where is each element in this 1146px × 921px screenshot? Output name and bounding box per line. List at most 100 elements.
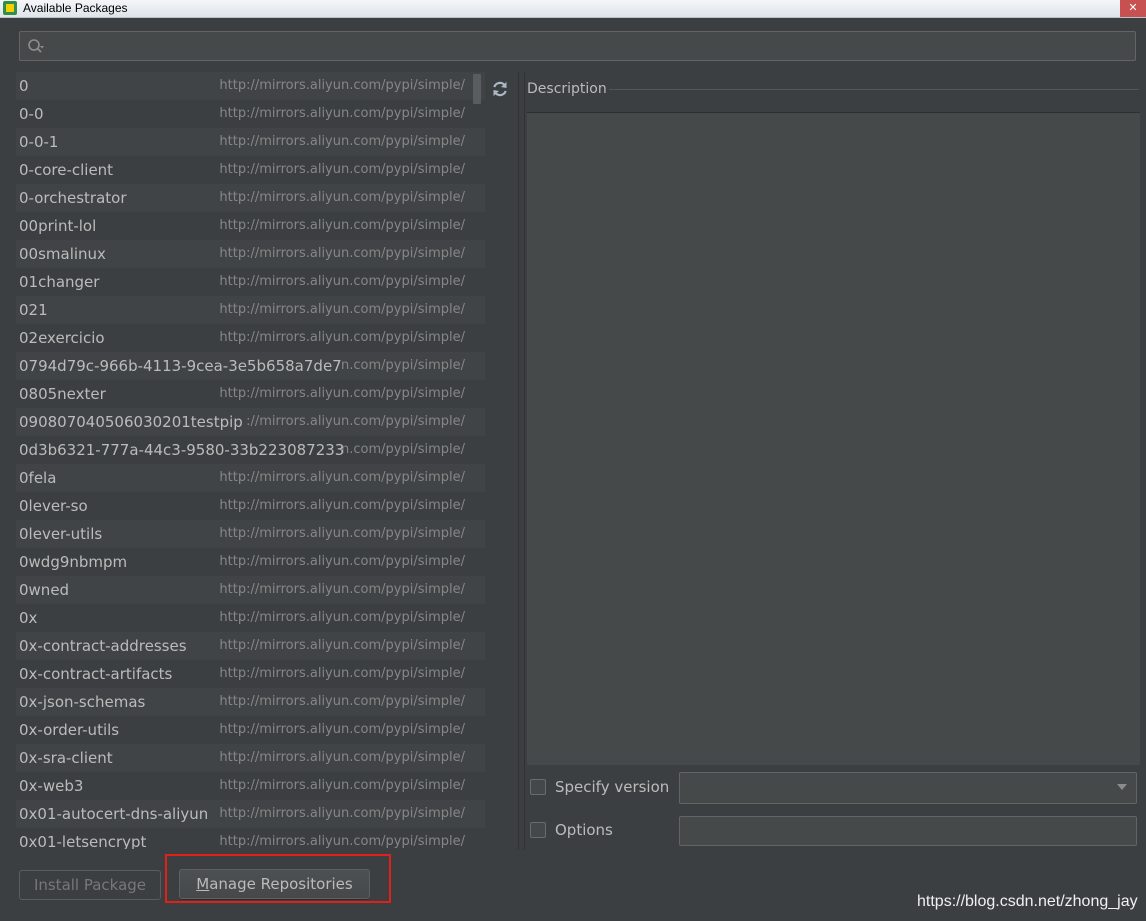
package-repo-url: http://mirrors.aliyun.com/pypi/simple/ [219,162,465,177]
search-icon[interactable] [27,38,45,56]
package-repo-url: http://mirrors.aliyun.com/pypi/simple/ [219,834,465,849]
package-repo-url: http://mirrors.aliyun.com/pypi/simple/ [219,498,465,513]
mnemonic-letter: M [196,875,210,893]
package-row[interactable]: http://mirrors.aliyun.com/pypi/simple/0-… [16,128,485,156]
package-repo-url: http://mirrors.aliyun.com/pypi/simple/ [219,610,465,625]
options-checkbox[interactable] [530,822,546,838]
package-name: 0x-json-schemas [19,693,146,711]
package-name: 0x-web3 [19,777,84,795]
package-repo-url: http://mirrors.aliyun.com/pypi/simple/ [219,302,465,317]
chevron-down-icon[interactable] [1117,784,1127,790]
package-repo-url: http://mirrors.aliyun.com/pypi/simple/ [219,722,465,737]
package-repo-url: http://mirrors.aliyun.com/pypi/simple/ [219,386,465,401]
package-name: 0x-order-utils [19,721,120,739]
package-repo-url: http://mirrors.aliyun.com/pypi/simple/ [219,554,465,569]
package-row[interactable]: http://mirrors.aliyun.com/pypi/simple/0-… [16,156,485,184]
package-name: 0x-contract-addresses [19,637,187,655]
package-row[interactable]: http://mirrors.aliyun.com/pypi/simple/0x… [16,800,485,828]
package-row[interactable]: n.com/pypi/simple/0794d79c-966b-4113-9ce… [16,352,485,380]
package-row[interactable]: http://mirrors.aliyun.com/pypi/simple/0-… [16,100,485,128]
description-panel [527,112,1140,765]
package-row[interactable]: http://mirrors.aliyun.com/pypi/simple/0x… [16,828,485,849]
package-name: 090807040506030201testpip [19,413,243,431]
package-name: 0wdg9nbmpm [19,553,128,571]
package-name: 00print-lol [19,217,97,235]
package-name: 0d3b6321-777a-44c3-9580-33b223087233 [19,441,345,459]
package-name: 0wned [19,581,70,599]
package-name: 01changer [19,273,100,291]
options-input[interactable] [679,816,1137,846]
package-row[interactable]: http://mirrors.aliyun.com/pypi/simple/01… [16,268,485,296]
package-name: 0-0 [19,105,44,123]
version-select[interactable] [679,772,1137,804]
package-row[interactable]: http://mirrors.aliyun.com/pypi/simple/08… [16,380,485,408]
package-repo-url: http://mirrors.aliyun.com/pypi/simple/ [219,666,465,681]
package-name: 021 [19,301,48,319]
package-name: 0-0-1 [19,133,59,151]
package-row[interactable]: http://mirrors.aliyun.com/pypi/simple/0l… [16,492,485,520]
package-repo-url: http://mirrors.aliyun.com/pypi/simple/ [219,106,465,121]
description-separator [609,89,1139,90]
description-label: Description [527,81,607,97]
package-repo-url: http://mirrors.aliyun.com/pypi/simple/ [219,246,465,261]
package-name: 0805nexter [19,385,106,403]
package-repo-url: http://mirrors.aliyun.com/pypi/simple/ [219,750,465,765]
package-repo-url: http://mirrors.aliyun.com/pypi/simple/ [219,638,465,653]
package-row[interactable]: http://mirrors.aliyun.com/pypi/simple/02… [16,296,485,324]
package-repo-url: http://mirrors.aliyun.com/pypi/simple/ [219,694,465,709]
title-bar: Available Packages ✕ [0,0,1146,18]
package-repo-url: http://mirrors.aliyun.com/pypi/simple/ [219,778,465,793]
package-row[interactable]: http://mirrors.aliyun.com/pypi/simple/0x… [16,632,485,660]
package-row[interactable]: http://mirrors.aliyun.com/pypi/simple/0w… [16,548,485,576]
list-toolbar [485,72,515,849]
package-row[interactable]: http://mirrors.aliyun.com/pypi/simple/0l… [16,520,485,548]
package-row[interactable]: http://mirrors.aliyun.com/pypi/simple/00… [16,212,485,240]
package-repo-url: http://mirrors.aliyun.com/pypi/simple/ [219,582,465,597]
package-row[interactable]: http://mirrors.aliyun.com/pypi/simple/0x [16,604,485,632]
package-name: 0lever-utils [19,525,103,543]
package-row[interactable]: n.com/pypi/simple/0d3b6321-777a-44c3-958… [16,436,485,464]
app-icon [3,1,17,15]
package-name: 0fela [19,469,57,487]
package-row[interactable]: http://mirrors.aliyun.com/pypi/simple/0x… [16,772,485,800]
refresh-icon[interactable] [490,78,510,100]
close-button[interactable]: ✕ [1120,0,1146,17]
search-box[interactable] [19,31,1136,61]
manage-repositories-button[interactable]: Manage Repositories [179,869,370,899]
package-row[interactable]: http://mirrors.aliyun.com/pypi/simple/02… [16,324,485,352]
package-row[interactable]: http://mirrors.aliyun.com/pypi/simple/0x… [16,716,485,744]
package-repo-url: http://mirrors.aliyun.com/pypi/simple/ [219,470,465,485]
package-name: 0x [19,609,38,627]
install-package-button[interactable]: Install Package [19,870,161,900]
package-list[interactable]: http://mirrors.aliyun.com/pypi/simple/0 h… [16,72,485,849]
package-row[interactable]: http://mirrors.aliyun.com/pypi/simple/0f… [16,464,485,492]
package-repo-url: http://mirrors.aliyun.com/pypi/simple/ [219,330,465,345]
package-name: 0 [19,77,29,95]
manage-button-label: anage Repositories [209,875,353,893]
package-repo-url: http://mirrors.aliyun.com/pypi/simple/ [219,806,465,821]
specify-version-checkbox[interactable] [530,779,546,795]
splitter[interactable] [516,72,526,850]
package-repo-url: n.com/pypi/simple/ [341,442,465,457]
search-input[interactable] [54,36,1128,58]
package-repo-url: n.com/pypi/simple/ [341,358,465,373]
package-row[interactable]: http://mirrors.aliyun.com/pypi/simple/0 [16,72,485,100]
package-row[interactable]: http://mirrors.aliyun.com/pypi/simple/0x… [16,744,485,772]
package-row[interactable]: http://mirrors.aliyun.com/pypi/simple/0-… [16,184,485,212]
package-row[interactable]: http://mirrors.aliyun.com/pypi/simple/0x… [16,660,485,688]
package-row[interactable]: http://mirrors.aliyun.com/pypi/simple/0w… [16,576,485,604]
list-scrollbar-thumb[interactable] [473,74,481,104]
package-name: 0lever-so [19,497,88,515]
package-name: 0-orchestrator [19,189,127,207]
package-repo-url: http://mirrors.aliyun.com/pypi/simple/ [219,134,465,149]
package-name: 0x-sra-client [19,749,113,767]
package-row[interactable]: http://mirrors.aliyun.com/pypi/simple/0x… [16,688,485,716]
package-repo-url: http://mirrors.aliyun.com/pypi/simple/ [219,274,465,289]
package-row[interactable]: ://mirrors.aliyun.com/pypi/simple/090807… [16,408,485,436]
package-name: 0-core-client [19,161,114,179]
package-repo-url: http://mirrors.aliyun.com/pypi/simple/ [219,78,465,93]
package-name: 0794d79c-966b-4113-9cea-3e5b658a7de7 [19,357,342,375]
package-name: 0x01-autocert-dns-aliyun [19,805,209,823]
package-row[interactable]: http://mirrors.aliyun.com/pypi/simple/00… [16,240,485,268]
package-repo-url: http://mirrors.aliyun.com/pypi/simple/ [219,218,465,233]
